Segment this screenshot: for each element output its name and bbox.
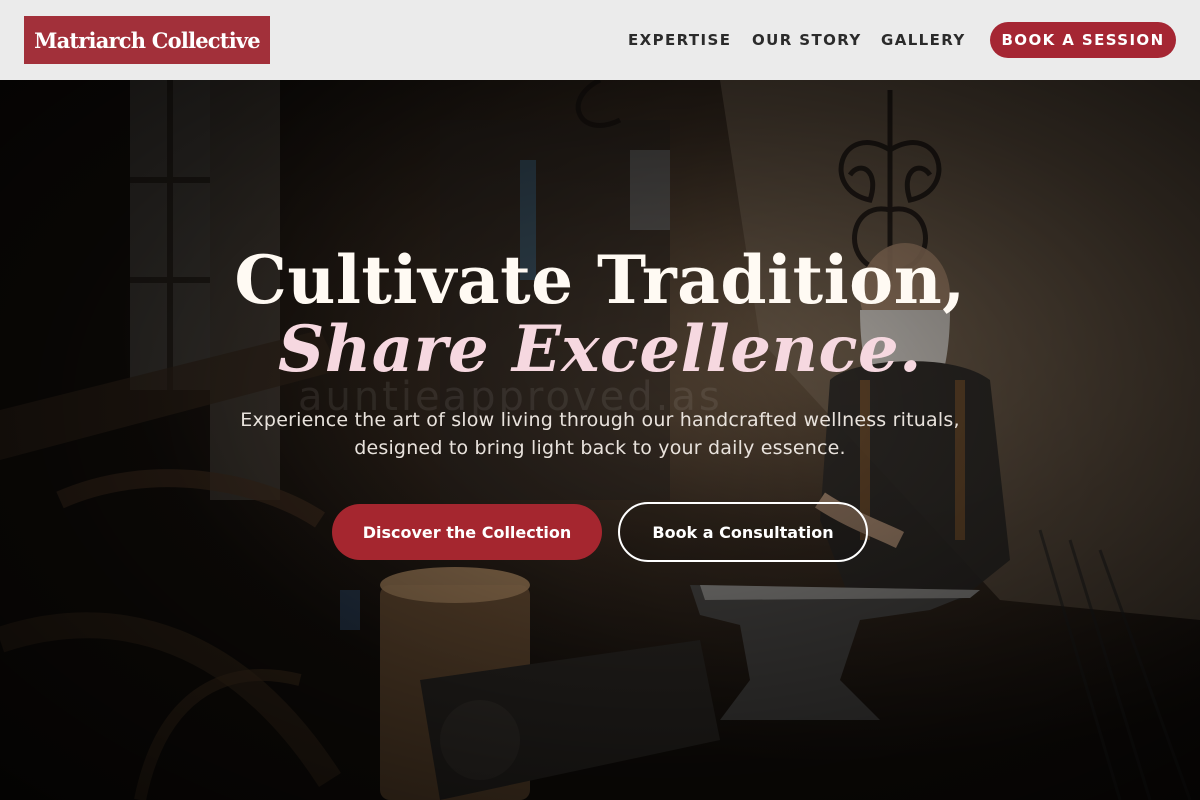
book-consultation-button[interactable]: Book a Consultation <box>618 502 868 562</box>
nav-link-expertise[interactable]: EXPERTISE <box>628 31 731 49</box>
hero-title-line2: Share Excellence. <box>278 312 922 387</box>
hero-section: auntieapproved.as Cultivate Tradition, S… <box>0 80 1200 800</box>
nav-link-gallery[interactable]: GALLERY <box>881 31 966 49</box>
book-session-button[interactable]: BOOK A SESSION <box>990 22 1176 58</box>
nav-link-our-story[interactable]: OUR STORY <box>752 31 862 49</box>
site-header: Matriarch Collective EXPERTISE OUR STORY… <box>0 0 1200 80</box>
hero-subtitle: Experience the art of slow living throug… <box>240 409 960 459</box>
brand-logo[interactable]: Matriarch Collective <box>24 16 270 64</box>
hero-title-line1: Cultivate Tradition, <box>234 241 966 319</box>
discover-collection-button[interactable]: Discover the Collection <box>332 504 602 560</box>
